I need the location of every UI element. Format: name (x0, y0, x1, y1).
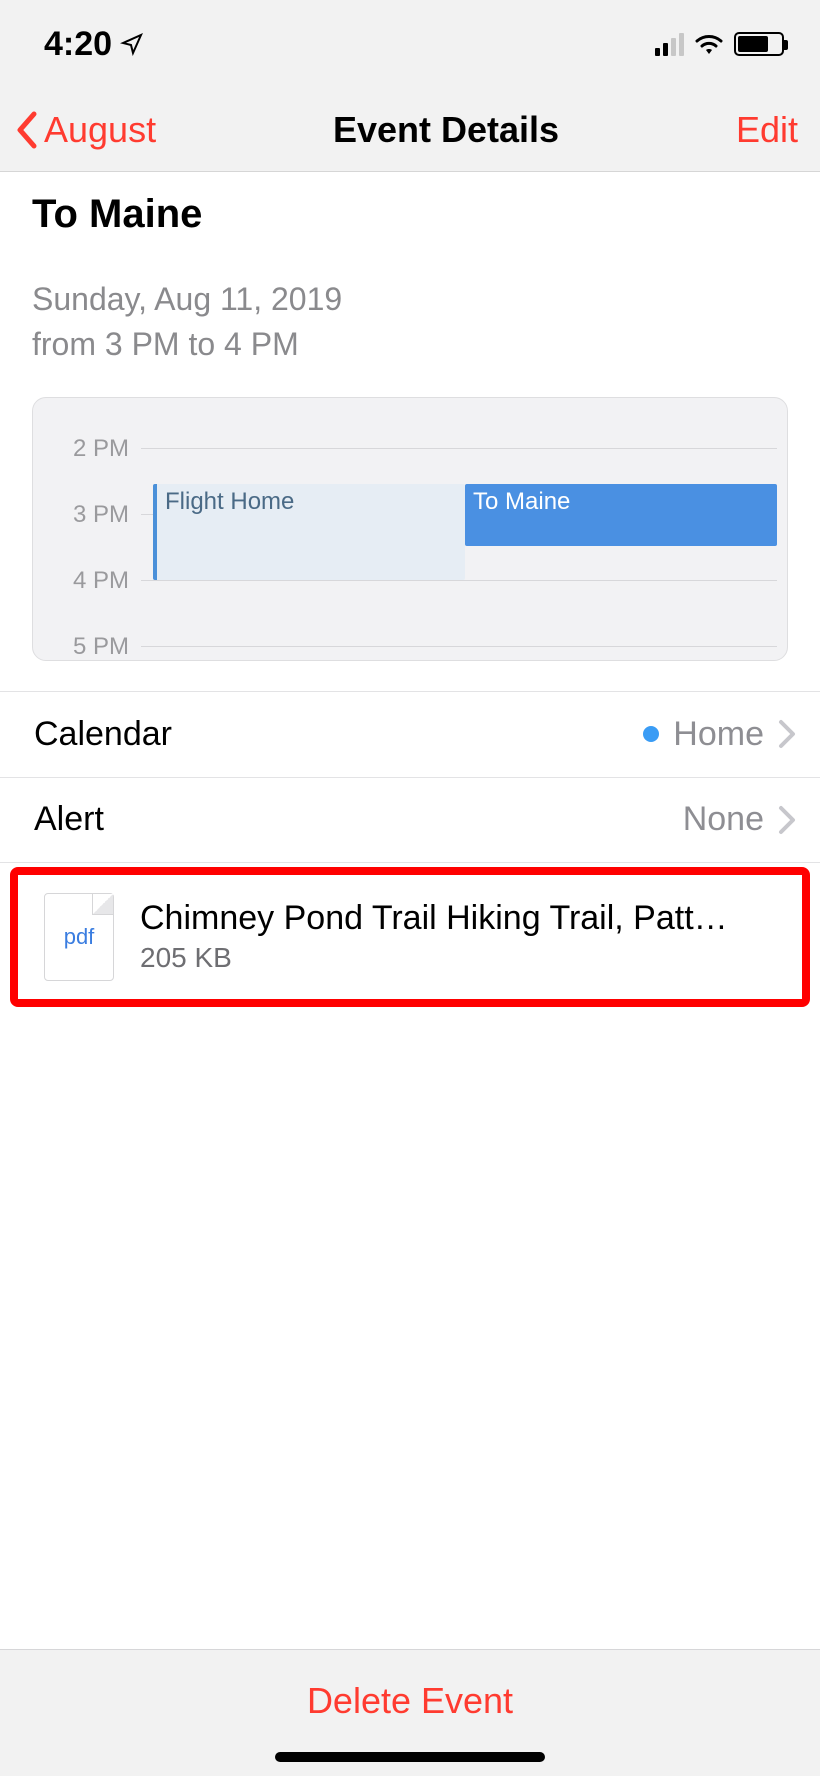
back-label: August (44, 109, 156, 151)
page-title: Event Details (333, 109, 559, 151)
location-icon (120, 32, 144, 56)
status-left: 4:20 (44, 25, 144, 64)
wifi-icon (694, 33, 724, 55)
attachment-size: 205 KB (140, 942, 782, 974)
event-header: To Maine Sunday, Aug 11, 2019 from 3 PM … (0, 172, 820, 397)
back-button[interactable]: August (14, 109, 156, 151)
hour-label: 5 PM (33, 633, 141, 661)
event-block-flight-home[interactable]: Flight Home (153, 484, 465, 580)
hour-line (141, 580, 777, 581)
hour-line (141, 646, 777, 647)
chevron-left-icon (14, 110, 38, 150)
edit-button[interactable]: Edit (736, 109, 798, 151)
status-right (655, 32, 784, 56)
details-list: Calendar Home Alert None (0, 691, 820, 863)
home-indicator[interactable] (275, 1752, 545, 1762)
status-time: 4:20 (44, 25, 112, 64)
attachment-row[interactable]: pdf Chimney Pond Trail Hiking Trail, Pat… (18, 875, 802, 999)
calendar-value: Home (673, 715, 764, 754)
row-label: Calendar (34, 715, 172, 754)
alert-value: None (683, 800, 764, 839)
nav-bar: August Event Details Edit (0, 88, 820, 172)
hour-label: 2 PM (33, 435, 141, 463)
hour-line (141, 448, 777, 449)
chevron-right-icon (778, 805, 796, 835)
timeline[interactable]: 2 PM 3 PM 4 PM 5 PM Flight Home (32, 397, 788, 661)
calendar-row[interactable]: Calendar Home (0, 691, 820, 777)
event-block-label: To Maine (473, 488, 570, 515)
chevron-right-icon (778, 719, 796, 749)
hour-label: 4 PM (33, 567, 141, 595)
row-label: Alert (34, 800, 104, 839)
attachment-text: Chimney Pond Trail Hiking Trail, Patt… 2… (140, 899, 782, 974)
event-title: To Maine (32, 192, 788, 237)
event-block-label: Flight Home (165, 488, 457, 550)
calendar-color-dot (643, 726, 659, 742)
event-date: Sunday, Aug 11, 2019 (32, 277, 788, 322)
pdf-icon-label: pdf (64, 924, 95, 950)
hour-label: 3 PM (33, 501, 141, 529)
cellular-icon (655, 32, 684, 56)
attachment-highlight: pdf Chimney Pond Trail Hiking Trail, Pat… (10, 867, 810, 1007)
status-bar: 4:20 (0, 0, 820, 88)
event-time: from 3 PM to 4 PM (32, 322, 788, 367)
timeline-container: 2 PM 3 PM 4 PM 5 PM Flight Home (0, 397, 820, 691)
spacer (0, 1007, 820, 1649)
event-block-to-maine[interactable]: To Maine (465, 484, 777, 546)
attachment-name: Chimney Pond Trail Hiking Trail, Patt… (140, 899, 782, 938)
battery-icon (734, 32, 784, 56)
pdf-file-icon: pdf (44, 893, 114, 981)
content: To Maine Sunday, Aug 11, 2019 from 3 PM … (0, 172, 820, 1007)
alert-row[interactable]: Alert None (0, 777, 820, 863)
